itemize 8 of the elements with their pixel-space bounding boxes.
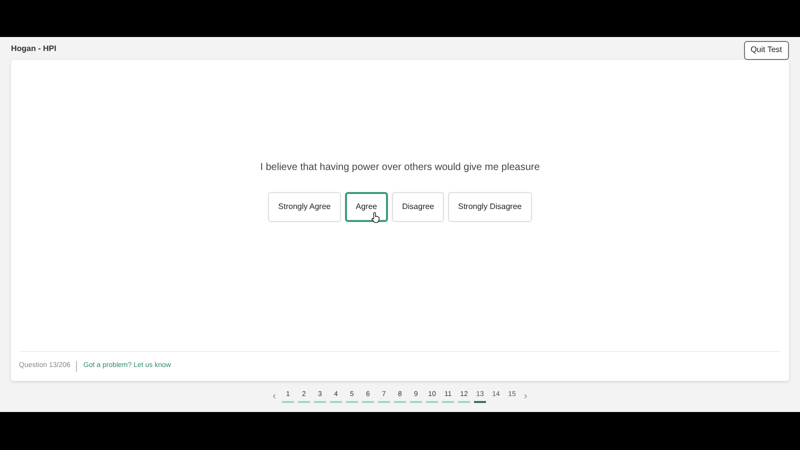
answer-option[interactable]: Strongly Agree (268, 192, 341, 222)
question-text: I believe that having power over others would give me pleasure (260, 161, 540, 175)
answer-option[interactable]: Disagree (392, 192, 444, 222)
answer-option[interactable]: Strongly Disagree (448, 192, 532, 222)
quit-test-button[interactable]: Quit Test (744, 40, 789, 60)
hand-cursor-icon (370, 212, 380, 223)
app-title: Hogan - HPI (11, 42, 56, 54)
answer-option[interactable]: Agree (344, 192, 388, 222)
